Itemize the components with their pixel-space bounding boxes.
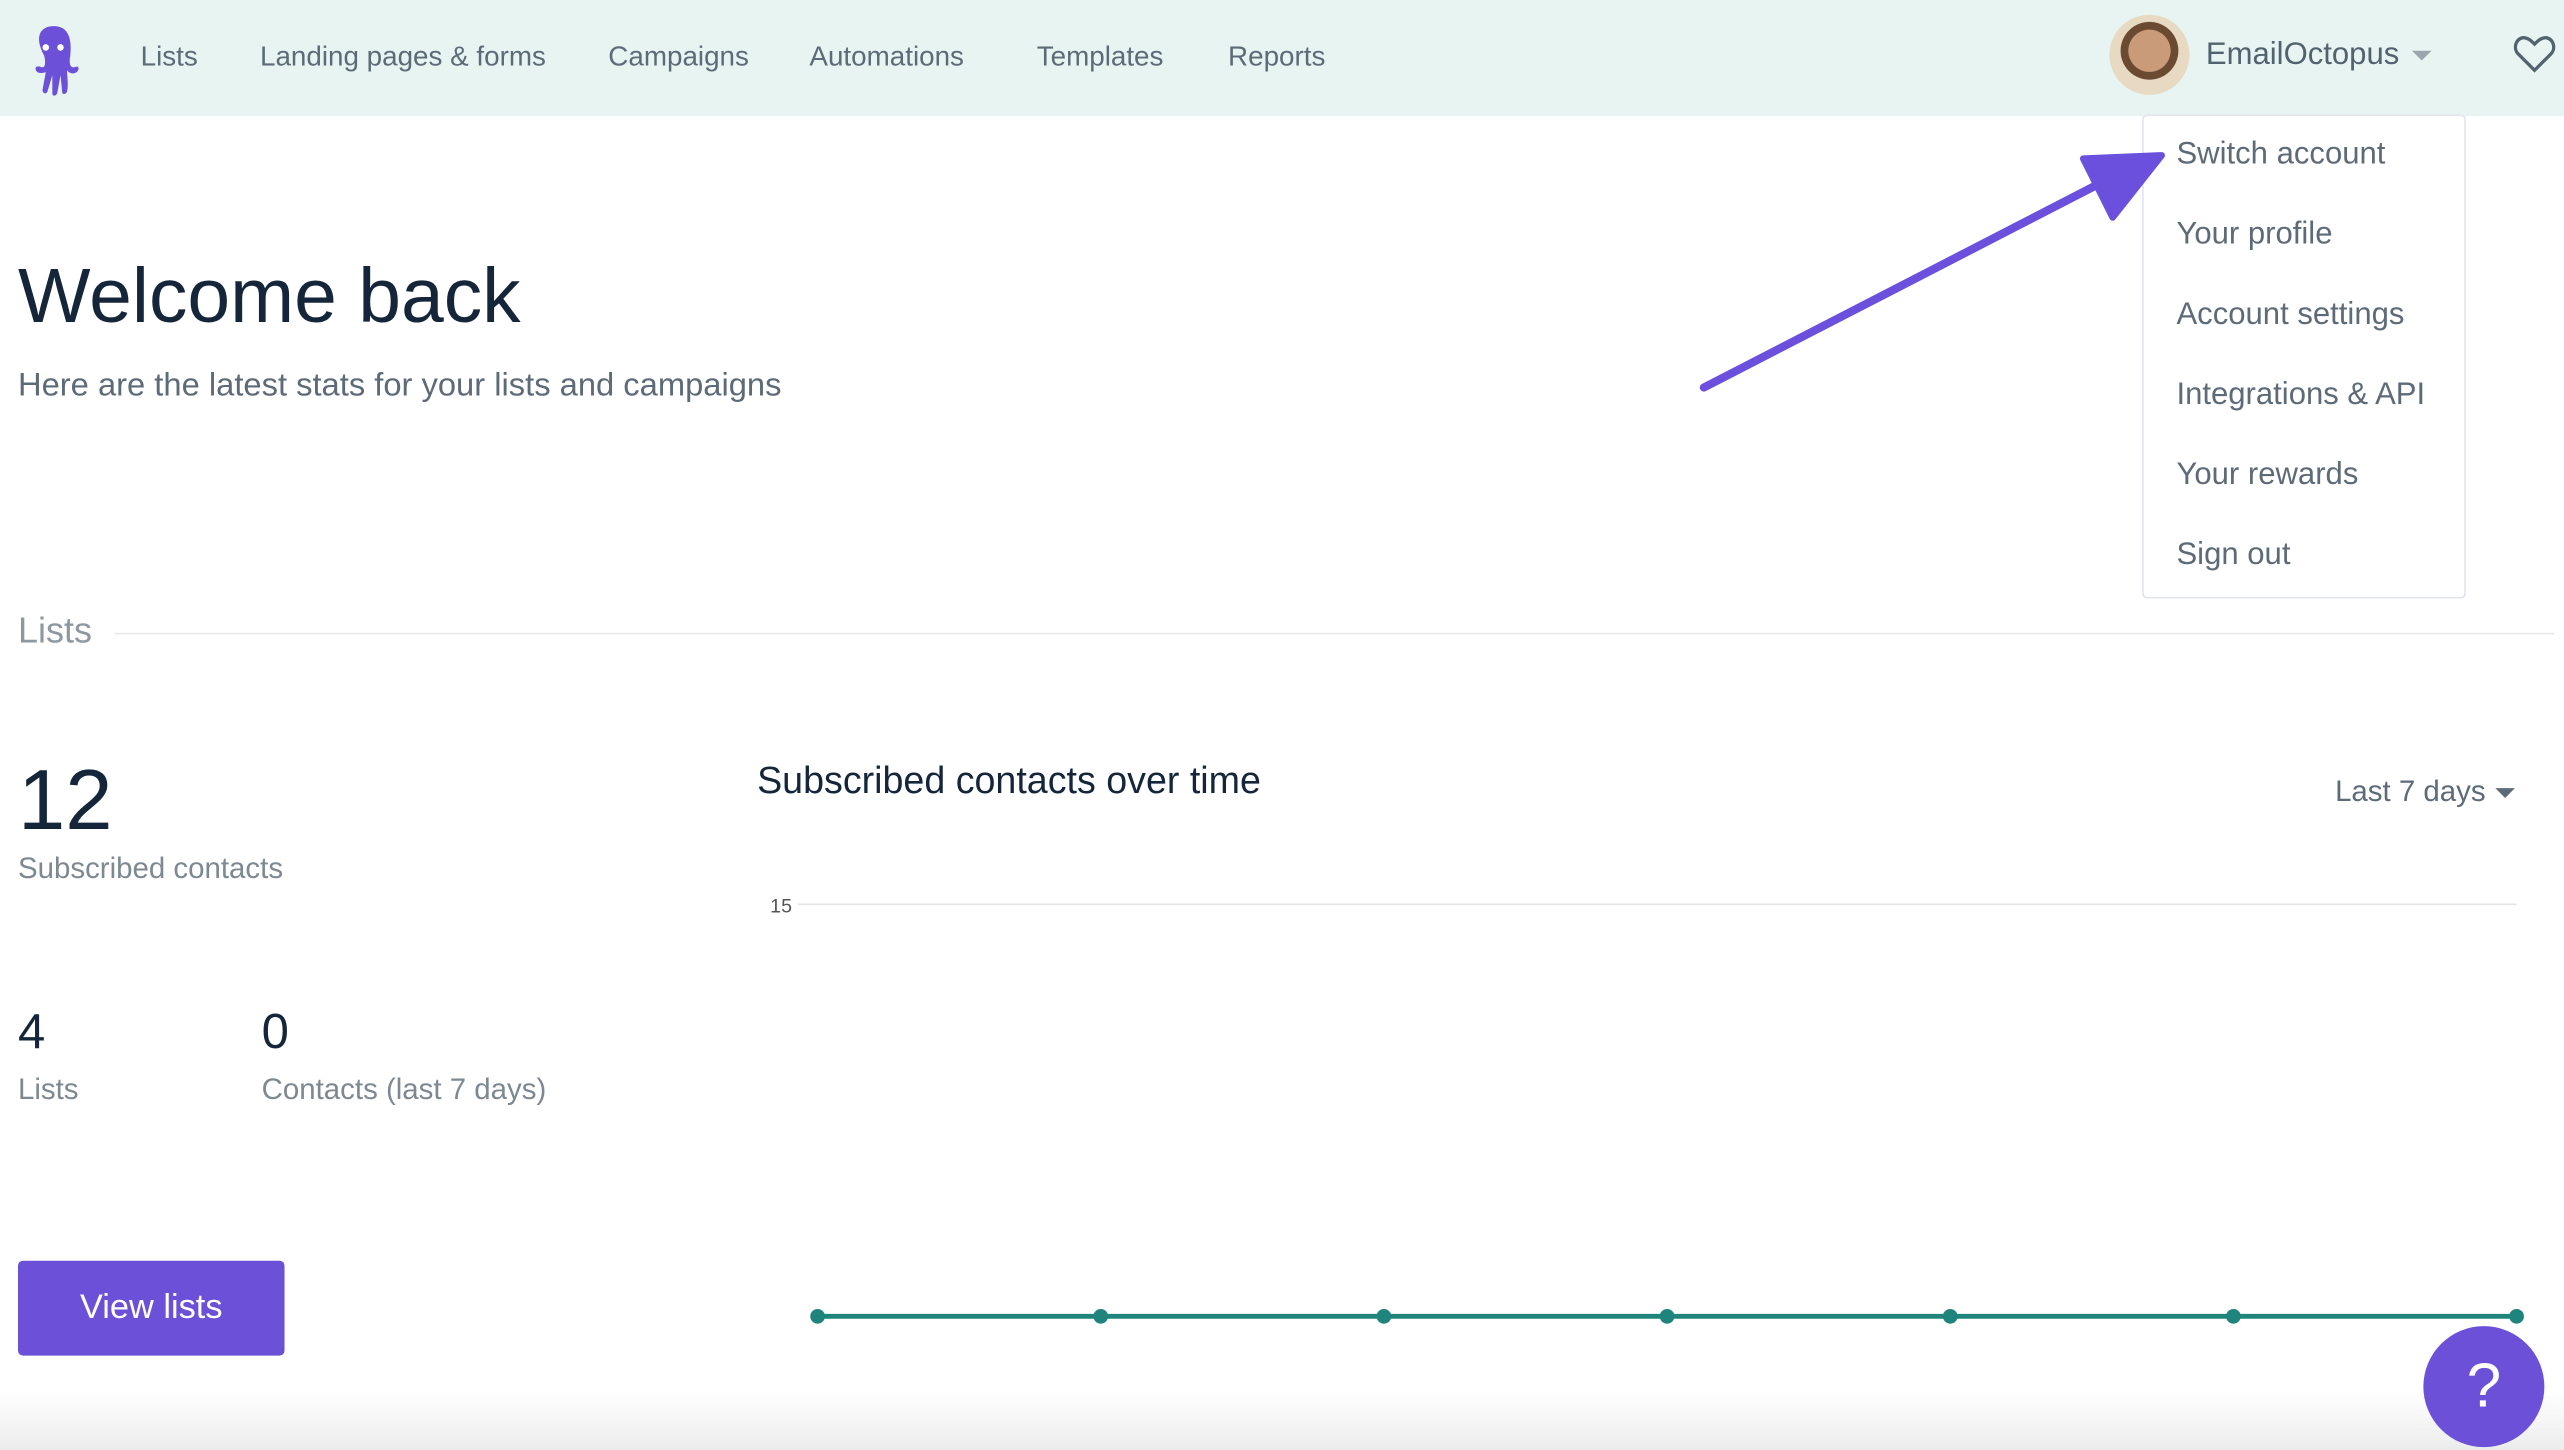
data-point <box>2226 1308 2241 1324</box>
bottom-fade <box>0 1389 2564 1450</box>
help-button[interactable]: ? <box>2423 1326 2545 1448</box>
y-tick-label: 15 <box>770 895 792 917</box>
data-point <box>1093 1308 1109 1324</box>
data-point <box>1376 1308 1392 1324</box>
data-point <box>1659 1308 1675 1324</box>
data-point <box>1942 1308 1958 1324</box>
data-point <box>2509 1308 2524 1324</box>
subscribers-chart: 15 <box>770 895 2524 1324</box>
data-point <box>810 1308 825 1324</box>
